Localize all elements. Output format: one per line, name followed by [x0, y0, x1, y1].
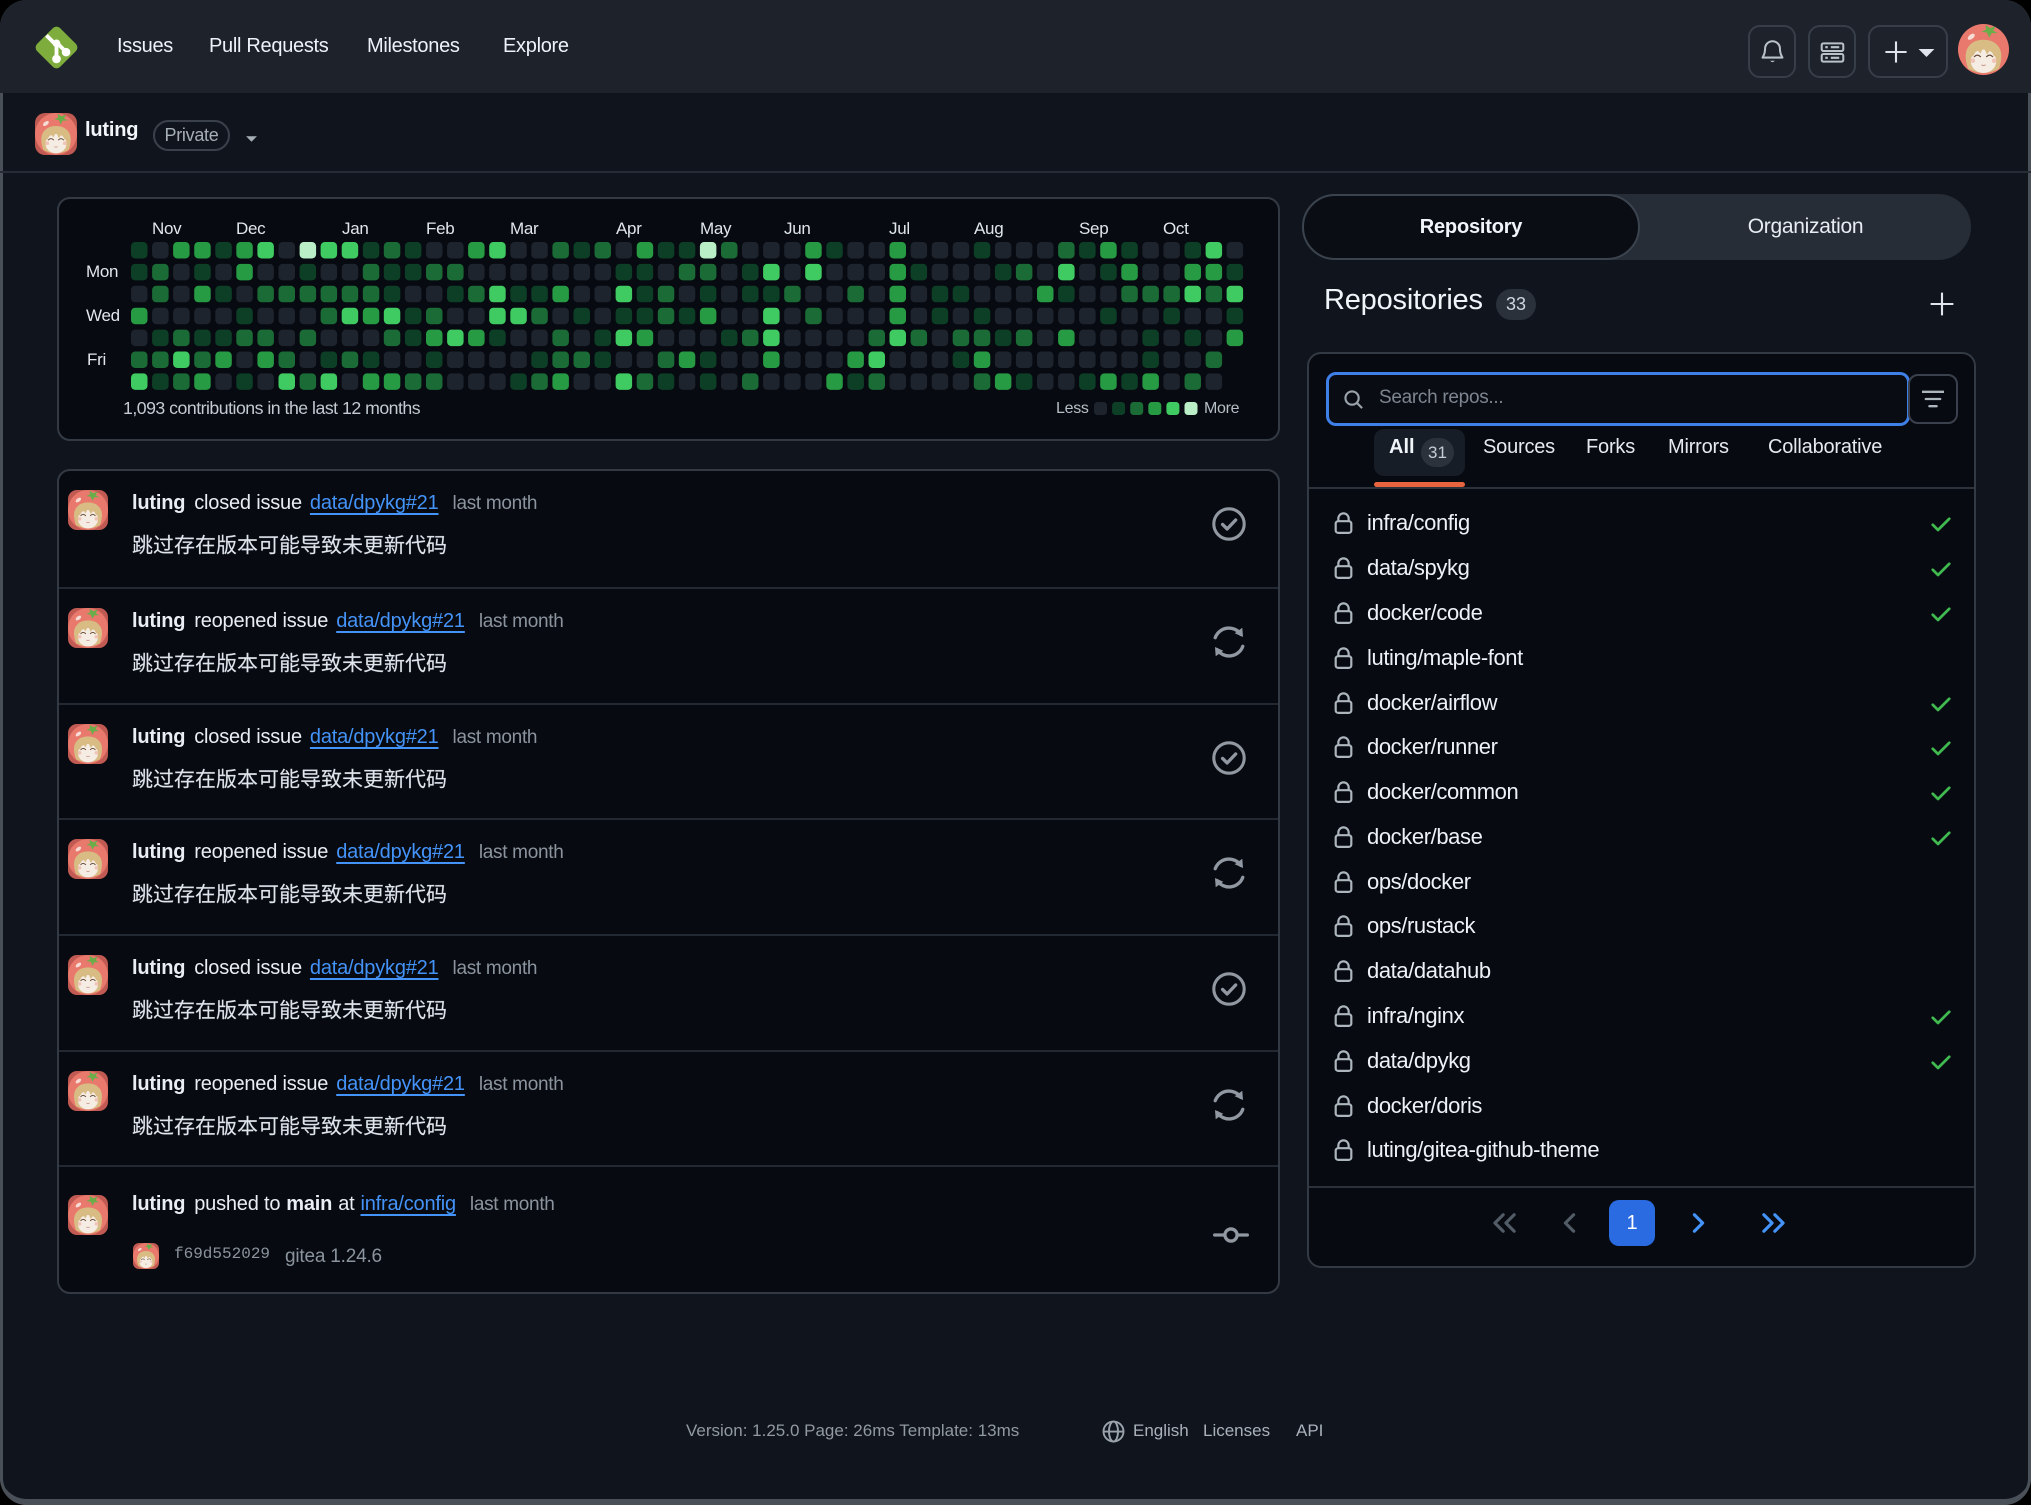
svg-text:Aug: Aug — [974, 219, 1003, 238]
svg-text:Mar: Mar — [510, 219, 539, 238]
svg-text:Wed: Wed — [86, 306, 120, 325]
svg-text:Nov: Nov — [152, 219, 182, 238]
svg-text:Jul: Jul — [889, 219, 910, 238]
svg-text:Jun: Jun — [784, 219, 811, 238]
svg-text:Oct: Oct — [1163, 219, 1189, 238]
svg-text:Apr: Apr — [616, 219, 642, 238]
svg-text:Feb: Feb — [426, 219, 454, 238]
svg-text:Dec: Dec — [236, 219, 266, 238]
svg-text:May: May — [700, 219, 732, 238]
svg-text:Sep: Sep — [1079, 219, 1108, 238]
svg-text:Jan: Jan — [342, 219, 369, 238]
svg-text:Fri: Fri — [87, 350, 106, 369]
svg-text:Mon: Mon — [86, 262, 118, 281]
